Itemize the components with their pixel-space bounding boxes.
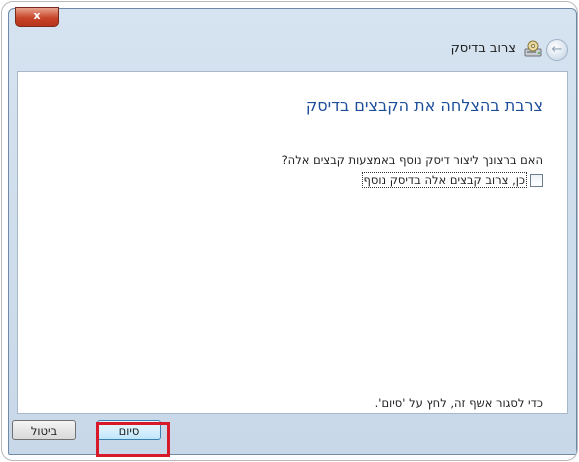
burn-disc-icon <box>524 40 542 57</box>
window-title: צרוב בדיסק <box>450 41 516 56</box>
burn-another-disc-option[interactable]: כן, צרוב קבצים אלה בדיסק נוסף <box>361 172 543 188</box>
finish-button-highlight <box>96 422 170 457</box>
cancel-button[interactable]: ביטול <box>12 420 76 440</box>
burn-another-disc-label[interactable]: כן, צרוב קבצים אלה בדיסק נוסף <box>361 172 527 188</box>
close-button[interactable]: x <box>15 7 59 27</box>
close-icon: x <box>33 9 41 22</box>
back-arrow-icon: ← <box>551 42 563 57</box>
page-heading: צרבת בהצלחה את הקבצים בדיסק <box>305 96 543 115</box>
wizard-header: ← צרוב בדיסק <box>9 27 576 71</box>
back-button[interactable]: ← <box>546 39 568 61</box>
screenshot-frame: x ← צרוב בדיסק צרבת בהצלחה את הקבצים בדי… <box>1 1 578 461</box>
burn-another-disc-checkbox[interactable] <box>530 173 543 187</box>
wizard-content-panel: צרבת בהצלחה את הקבצים בדיסק האם ברצונך ל… <box>17 71 568 414</box>
create-another-disc-question: האם ברצונך ליצור דיסק נוסף באמצעות קבצים… <box>281 153 543 167</box>
close-wizard-hint: כדי לסגור אשף זה, לחץ על 'סיום'. <box>374 396 543 410</box>
burn-disc-wizard-window: x ← צרוב בדיסק צרבת בהצלחה את הקבצים בדי… <box>8 7 577 455</box>
